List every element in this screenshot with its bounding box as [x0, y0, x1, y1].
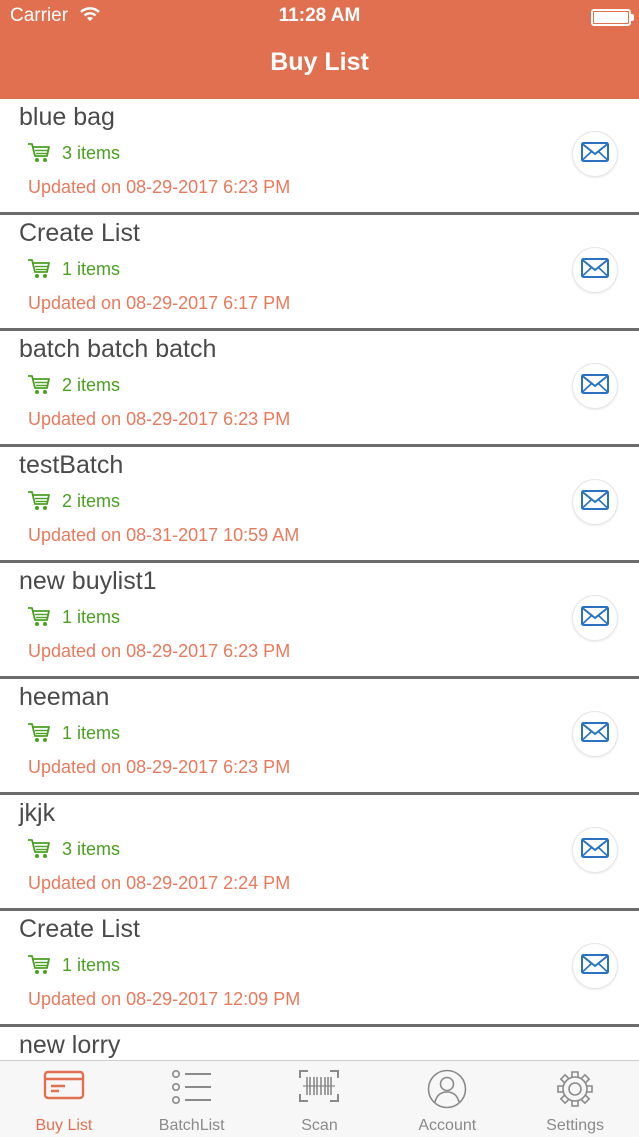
cart-icon — [27, 606, 51, 633]
tab-buy-list[interactable]: Buy List — [0, 1061, 128, 1137]
navigation-header: Carrier 11:28 AM Buy List — [0, 0, 639, 99]
updated-timestamp: Updated on 08-29-2017 12:09 PM — [28, 989, 301, 1009]
email-list-button[interactable] — [572, 827, 618, 873]
list-item-name: new buylist1 — [19, 567, 157, 595]
envelope-icon — [581, 605, 609, 631]
item-count: 1 items — [62, 955, 121, 975]
email-list-button[interactable] — [572, 943, 618, 989]
envelope-icon — [581, 837, 609, 863]
cart-icon — [27, 838, 51, 865]
email-list-button[interactable] — [572, 595, 618, 641]
tab-account[interactable]: Account — [383, 1061, 511, 1137]
tab-label: BatchList — [158, 1117, 225, 1134]
item-count: 3 items — [62, 143, 121, 163]
list-item[interactable]: Create List 1 items Updated on 08-29-201… — [0, 911, 639, 1027]
updated-timestamp: Updated on 08-29-2017 2:24 PM — [28, 873, 291, 893]
item-count: 3 items — [62, 839, 121, 859]
list-item[interactable]: testBatch 2 items Updated on 08-31-2017 … — [0, 447, 639, 563]
tab-label: Settings — [546, 1117, 604, 1134]
barcode-scan-icon — [256, 1069, 384, 1109]
list-item-name: blue bag — [19, 103, 115, 131]
envelope-icon — [581, 489, 609, 515]
email-list-button[interactable] — [572, 131, 618, 177]
cart-icon — [27, 722, 51, 749]
updated-timestamp: Updated on 08-29-2017 6:23 PM — [28, 641, 291, 661]
updated-timestamp: Updated on 08-29-2017 6:17 PM — [28, 293, 291, 313]
item-count: 1 items — [62, 723, 121, 743]
list-item-name: Create List — [19, 219, 140, 247]
account-icon — [383, 1069, 511, 1109]
tab-scan[interactable]: Scan — [256, 1061, 384, 1137]
batch-list-icon — [128, 1069, 256, 1109]
cart-icon — [27, 490, 51, 517]
tab-label: Scan — [301, 1117, 338, 1134]
email-list-button[interactable] — [572, 479, 618, 525]
list-item-name: testBatch — [19, 451, 124, 479]
list-item[interactable]: batch batch batch 2 items Updated on 08-… — [0, 331, 639, 447]
list-item-name: heeman — [19, 683, 110, 711]
list-item[interactable]: new lorry — [0, 1027, 639, 1060]
list-item[interactable]: jkjk 3 items Updated on 08-29-2017 2:24 … — [0, 795, 639, 911]
updated-timestamp: Updated on 08-31-2017 10:59 AM — [28, 525, 300, 545]
email-list-button[interactable] — [572, 363, 618, 409]
tab-bar: Buy List BatchList Scan Account Settings — [0, 1060, 639, 1137]
list-item[interactable]: heeman 1 items Updated on 08-29-2017 6:2… — [0, 679, 639, 795]
battery-icon — [591, 9, 634, 26]
envelope-icon — [581, 953, 609, 979]
list-item-name: new lorry — [19, 1031, 121, 1059]
item-count: 1 items — [62, 607, 121, 627]
cart-icon — [27, 142, 51, 169]
email-list-button[interactable] — [572, 711, 618, 757]
status-time: 11:28 AM — [278, 5, 361, 26]
updated-timestamp: Updated on 08-29-2017 6:23 PM — [28, 757, 291, 777]
item-count: 1 items — [62, 259, 121, 279]
list-item-name: jkjk — [19, 799, 56, 827]
buy-list: blue bag 3 items Updated on 08-29-2017 6… — [0, 99, 639, 1060]
updated-timestamp: Updated on 08-29-2017 6:23 PM — [28, 177, 291, 197]
tab-settings[interactable]: Settings — [511, 1061, 639, 1137]
list-item[interactable]: Create List 1 items Updated on 08-29-201… — [0, 215, 639, 331]
list-item[interactable]: new buylist1 1 items Updated on 08-29-20… — [0, 563, 639, 679]
tab-label: Account — [418, 1117, 477, 1134]
tab-batch-list[interactable]: BatchList — [128, 1061, 256, 1137]
tab-label: Buy List — [35, 1117, 93, 1134]
list-item-name: batch batch batch — [19, 335, 217, 363]
envelope-icon — [581, 373, 609, 399]
item-count: 2 items — [62, 375, 121, 395]
list-item-name: Create List — [19, 915, 140, 943]
email-list-button[interactable] — [572, 247, 618, 293]
status-bar: Carrier 11:28 AM — [0, 0, 639, 34]
buy-list-icon — [0, 1069, 128, 1109]
cart-icon — [27, 258, 51, 285]
page-title: Buy List — [270, 48, 369, 76]
envelope-icon — [581, 141, 609, 167]
list-item[interactable]: blue bag 3 items Updated on 08-29-2017 6… — [0, 99, 639, 215]
gear-icon — [511, 1069, 639, 1109]
cart-icon — [27, 954, 51, 981]
updated-timestamp: Updated on 08-29-2017 6:23 PM — [28, 409, 291, 429]
envelope-icon — [581, 257, 609, 283]
envelope-icon — [581, 721, 609, 747]
item-count: 2 items — [62, 491, 121, 511]
cart-icon — [27, 374, 51, 401]
